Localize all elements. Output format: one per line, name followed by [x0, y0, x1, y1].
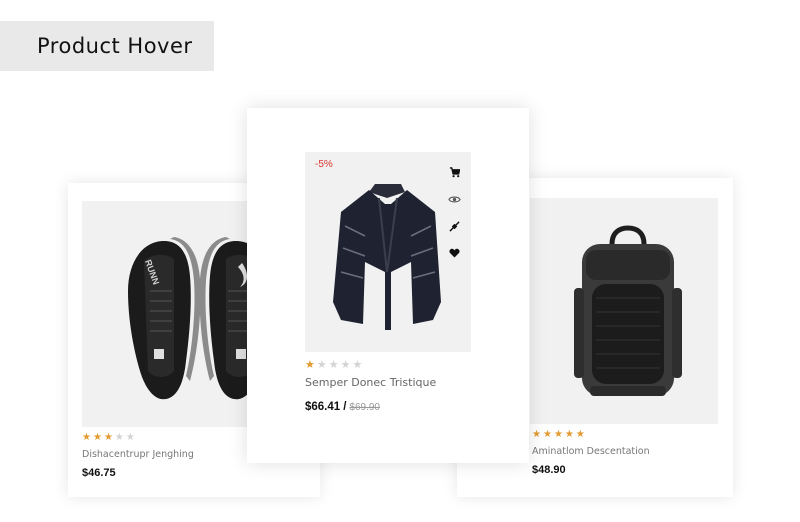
cart-icon [449, 166, 460, 177]
product-name[interactable]: Semper Donec Tristique [305, 376, 436, 389]
rating-stars: ★ ★ ★ ★ ★ [305, 359, 363, 371]
rating-stars: ★ ★ ★ ★ ★ [532, 430, 585, 440]
star-icon: ★ [92, 432, 102, 443]
star-icon: ★ [328, 359, 339, 371]
product-image[interactable] [530, 198, 718, 424]
star-icon: ★ [532, 429, 541, 440]
hover-actions [447, 164, 461, 261]
eye-icon [447, 196, 461, 202]
product-name[interactable]: Dishacentrupr Jenghing [82, 449, 194, 460]
product-name[interactable]: Aminatlom Descentation [532, 446, 650, 457]
star-icon: ★ [352, 359, 363, 371]
star-icon: ★ [575, 429, 585, 440]
star-icon: ★ [340, 359, 351, 371]
rating-stars: ★ ★ ★ ★ ★ [82, 433, 135, 443]
star-icon: ★ [564, 429, 574, 440]
title-badge: Product Hover [0, 21, 214, 71]
discount-badge: -5% [315, 159, 333, 170]
compare-button[interactable] [447, 218, 461, 234]
star-icon: ★ [82, 432, 91, 443]
star-icon: ★ [114, 432, 124, 443]
backpack-icon [574, 225, 682, 396]
product-price: $66.41 [305, 401, 341, 413]
quick-view-button[interactable] [447, 191, 461, 207]
product-old-price: $69.90 [349, 402, 380, 413]
star-icon: ★ [553, 429, 563, 440]
product-price: $48.90 [532, 464, 566, 476]
product-price-row: $66.41 / $69.90 [305, 401, 380, 413]
wishlist-button[interactable] [447, 245, 461, 261]
heart-icon [448, 248, 460, 258]
star-icon: ★ [542, 429, 552, 440]
add-to-cart-button[interactable] [447, 164, 461, 180]
page-title: Product Hover [37, 34, 193, 58]
price-separator: / [343, 401, 347, 413]
star-icon: ★ [305, 359, 315, 371]
product-card-poncho-hovered[interactable]: -5% ★ ★ ★ ★ ★ Semper Donec Tristique $66… [247, 108, 529, 463]
compare-icon [448, 220, 460, 232]
product-price: $46.75 [82, 467, 116, 479]
product-image[interactable]: -5% [305, 152, 471, 352]
star-icon: ★ [125, 432, 135, 443]
star-icon: ★ [103, 432, 113, 443]
star-icon: ★ [316, 359, 327, 371]
page: Product Hover RUNN ★ ★ ★ ★ ★ Dishacentru… [0, 0, 800, 522]
